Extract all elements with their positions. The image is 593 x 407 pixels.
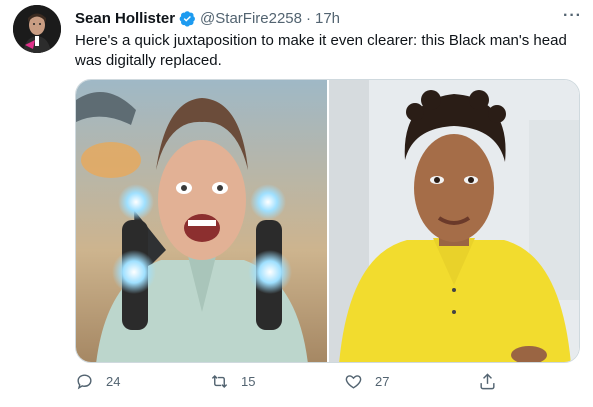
like-count: 27 bbox=[375, 374, 390, 389]
reply-button[interactable]: 24 bbox=[75, 372, 120, 391]
separator-dot: · bbox=[306, 9, 311, 27]
author-handle[interactable]: @StarFire2258 bbox=[200, 10, 302, 27]
retweet-button[interactable]: 15 bbox=[210, 372, 255, 391]
more-icon[interactable]: ··· bbox=[563, 7, 582, 25]
reply-count: 24 bbox=[106, 374, 121, 389]
tweet-media[interactable] bbox=[75, 79, 580, 363]
media-image-right[interactable] bbox=[328, 80, 579, 362]
tweet-actions: 24 15 27 bbox=[75, 372, 580, 398]
verified-icon bbox=[179, 10, 196, 27]
tweet-text: Here's a quick juxtaposition to make it … bbox=[75, 32, 567, 69]
tweet-header: Sean Hollister @StarFire2258 · 17h bbox=[75, 8, 340, 28]
like-button[interactable]: 27 bbox=[344, 372, 389, 391]
tweet[interactable]: Sean Hollister @StarFire2258 · 17h ··· H… bbox=[0, 0, 593, 407]
avatar[interactable] bbox=[13, 5, 61, 53]
like-icon bbox=[345, 375, 362, 389]
timestamp[interactable]: 17h bbox=[315, 10, 340, 27]
share-icon bbox=[480, 373, 495, 390]
retweet-count: 15 bbox=[241, 374, 256, 389]
share-button[interactable] bbox=[478, 372, 509, 391]
author-name[interactable]: Sean Hollister bbox=[75, 10, 175, 27]
reply-icon bbox=[77, 374, 92, 390]
retweet-icon bbox=[211, 374, 228, 389]
media-image-left[interactable] bbox=[76, 80, 327, 362]
